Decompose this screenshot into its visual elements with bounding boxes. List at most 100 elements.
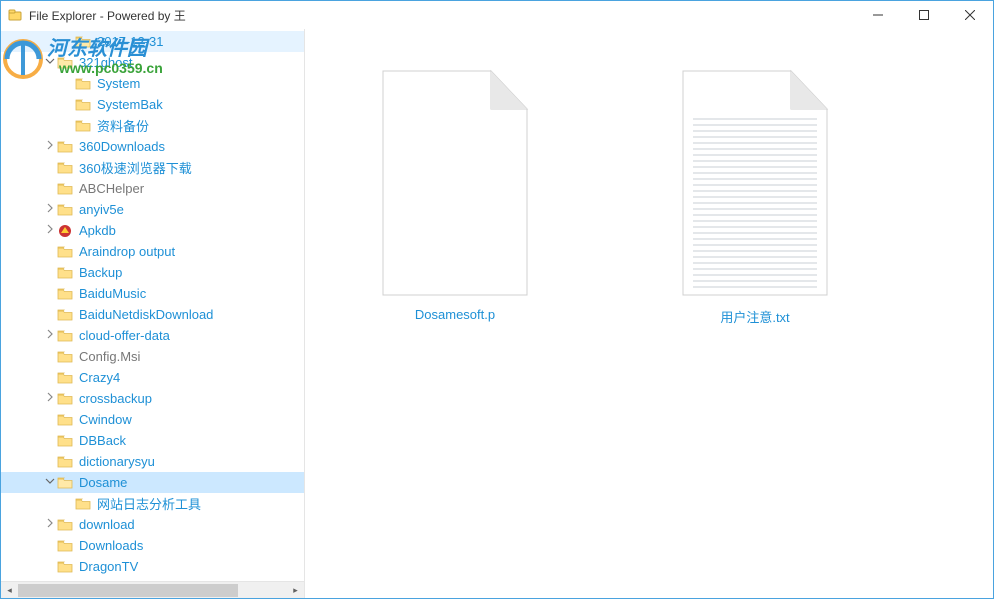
chevron-right-icon[interactable] <box>43 203 57 216</box>
folder-icon <box>57 539 73 553</box>
tree-item[interactable]: ABCHelper <box>1 178 304 199</box>
folder-icon <box>57 245 73 259</box>
folder-icon <box>57 371 73 385</box>
tree-item[interactable]: 网站日志分析工具 <box>1 493 304 514</box>
tree-item[interactable]: crossbackup <box>1 388 304 409</box>
tree-item-label: Backup <box>79 265 122 280</box>
tree-item[interactable]: Downloads <box>1 535 304 556</box>
scroll-right-button[interactable]: ▸ <box>287 582 304 599</box>
tree-item[interactable]: dictionarysyu <box>1 451 304 472</box>
folder-icon <box>75 35 91 49</box>
tree-item[interactable]: System <box>1 73 304 94</box>
folder-icon <box>57 308 73 322</box>
minimize-button[interactable] <box>855 1 901 29</box>
titlebar: File Explorer - Powered by 王 <box>1 1 993 29</box>
tree-item-label: cloud-offer-data <box>79 328 170 343</box>
blank-file-icon <box>381 69 529 297</box>
folder-icon <box>57 350 73 364</box>
tree-item[interactable]: Dosame <box>1 472 304 493</box>
apkdb-icon <box>57 224 73 238</box>
sidebar-tree-panel: 河东软件园 www.pc0359.cn 2017-12-31321ghostSy… <box>1 29 305 598</box>
chevron-down-icon[interactable] <box>43 476 57 489</box>
tree-item[interactable]: Config.Msi <box>1 346 304 367</box>
tree-item-label: BaiduMusic <box>79 286 146 301</box>
tree-item[interactable]: cloud-offer-data <box>1 325 304 346</box>
tree-item[interactable]: Cwindow <box>1 409 304 430</box>
tree-item[interactable]: 2017-12-31 <box>1 31 304 52</box>
tree-item-label: Dosame <box>79 475 127 490</box>
folder-icon <box>57 203 73 217</box>
tree-item-label: 321ghost <box>79 55 133 70</box>
tree-item-label: BaiduNetdiskDownload <box>79 307 213 322</box>
folder-icon <box>57 287 73 301</box>
scroll-track[interactable] <box>18 582 287 598</box>
tree-item-label: Cwindow <box>79 412 132 427</box>
tree-item-label: Araindrop output <box>79 244 175 259</box>
folder-icon <box>57 392 73 406</box>
folder-icon <box>57 413 73 427</box>
close-button[interactable] <box>947 1 993 29</box>
tree-item-label: 360Downloads <box>79 139 165 154</box>
folder-icon <box>57 434 73 448</box>
window-controls <box>855 1 993 29</box>
folder-icon <box>75 98 91 112</box>
folder-icon <box>57 140 73 154</box>
tree-item-label: SystemBak <box>97 97 163 112</box>
window-title: File Explorer - Powered by 王 <box>29 7 855 24</box>
tree-item-label: Config.Msi <box>79 349 140 364</box>
tree-item-label: 网站日志分析工具 <box>97 494 201 513</box>
tree-item-label: download <box>79 517 135 532</box>
tree-item-label: Downloads <box>79 538 143 553</box>
tree-item[interactable]: 360Downloads <box>1 136 304 157</box>
tree-item[interactable]: 321ghost <box>1 52 304 73</box>
text-file-icon <box>681 69 829 297</box>
horizontal-scrollbar[interactable]: ◂ ▸ <box>1 581 304 598</box>
tree-item[interactable]: Backup <box>1 262 304 283</box>
chevron-right-icon[interactable] <box>43 224 57 237</box>
chevron-right-icon[interactable] <box>43 140 57 153</box>
tree-item-label: 2017-12-31 <box>97 34 164 49</box>
tree-item-label: System <box>97 76 140 91</box>
tree-item-label: anyiv5e <box>79 202 124 217</box>
chevron-right-icon[interactable] <box>43 392 57 405</box>
tree-item-label: 资料备份 <box>97 116 149 135</box>
chevron-down-icon[interactable] <box>43 56 57 69</box>
maximize-button[interactable] <box>901 1 947 29</box>
app-icon <box>7 7 23 23</box>
folder-icon <box>57 518 73 532</box>
tree-item[interactable]: 360极速浏览器下载 <box>1 157 304 178</box>
folder-tree[interactable]: 2017-12-31 321ghost System SystemBak 资料备份 360… <box>1 29 304 581</box>
tree-item[interactable]: DBBack <box>1 430 304 451</box>
tree-item[interactable]: SystemBak <box>1 94 304 115</box>
folder-icon <box>75 119 91 133</box>
file-item[interactable]: 用户注意.txt <box>665 69 845 326</box>
chevron-right-icon[interactable] <box>43 329 57 342</box>
tree-item[interactable]: BaiduNetdiskDownload <box>1 304 304 325</box>
file-label: 用户注意.txt <box>720 307 789 326</box>
file-item[interactable]: Dosamesoft.p <box>365 69 545 322</box>
tree-item[interactable]: anyiv5e <box>1 199 304 220</box>
folder-icon <box>75 77 91 91</box>
chevron-right-icon[interactable] <box>43 518 57 531</box>
folder-icon <box>57 476 73 490</box>
file-label: Dosamesoft.p <box>415 307 495 322</box>
folder-icon <box>57 455 73 469</box>
folder-icon <box>57 560 73 574</box>
scroll-left-button[interactable]: ◂ <box>1 582 18 599</box>
scroll-thumb[interactable] <box>18 584 238 597</box>
tree-item[interactable]: Araindrop output <box>1 241 304 262</box>
tree-item[interactable]: Crazy4 <box>1 367 304 388</box>
tree-item-label: 360极速浏览器下载 <box>79 158 192 177</box>
tree-item[interactable]: Apkdb <box>1 220 304 241</box>
tree-item[interactable]: DragonTV <box>1 556 304 577</box>
content-area: 河东软件园 www.pc0359.cn 2017-12-31321ghostSy… <box>1 29 993 598</box>
folder-icon <box>57 266 73 280</box>
file-pane[interactable]: Dosamesoft.p 用户注意.txt <box>305 29 993 598</box>
folder-icon <box>57 161 73 175</box>
tree-item-label: dictionarysyu <box>79 454 155 469</box>
tree-item-label: DragonTV <box>79 559 138 574</box>
tree-item[interactable]: BaiduMusic <box>1 283 304 304</box>
tree-item[interactable]: 资料备份 <box>1 115 304 136</box>
folder-icon <box>75 497 91 511</box>
tree-item[interactable]: download <box>1 514 304 535</box>
